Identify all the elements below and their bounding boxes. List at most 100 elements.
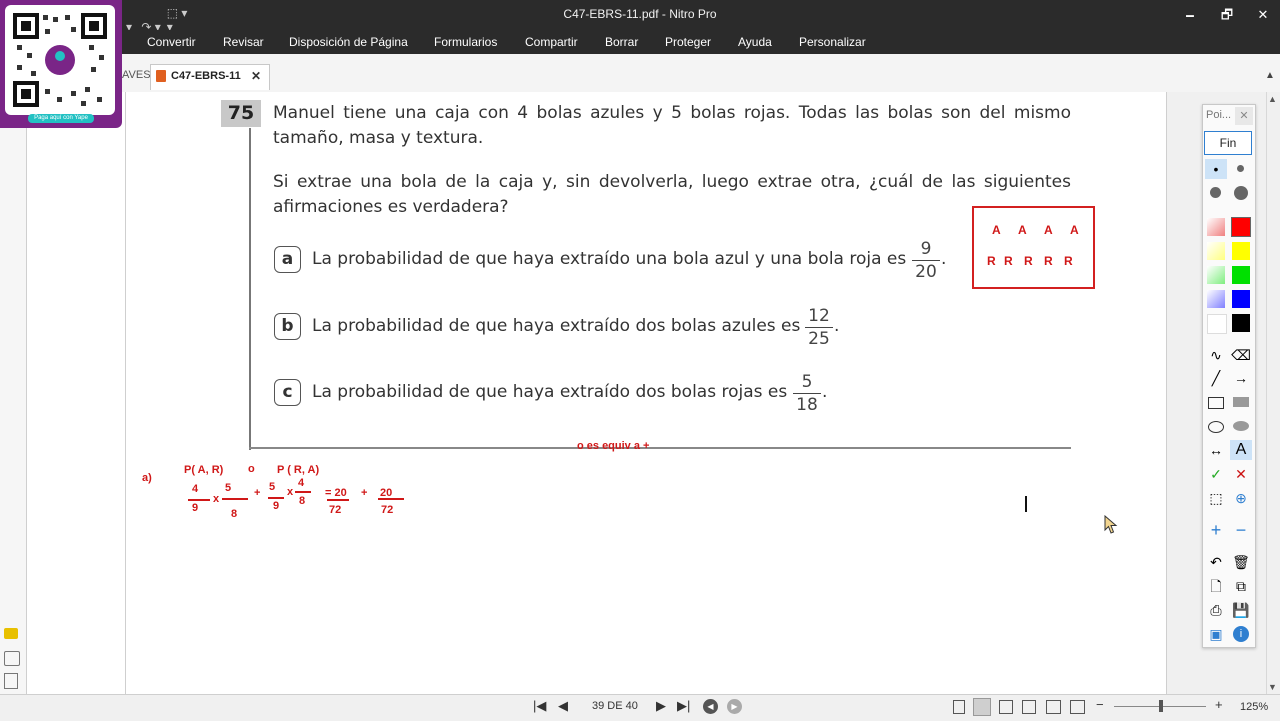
crop-icon[interactable]: ⬚ [1205, 488, 1227, 508]
annotation-box[interactable] [972, 206, 1095, 289]
annotation-p-ra: P ( R, A) [277, 464, 320, 476]
menu-personalizar[interactable]: Personalizar [799, 35, 866, 49]
color-swatch-light-green[interactable] [1207, 266, 1225, 284]
new-page-icon[interactable]: 🗋 [1205, 576, 1227, 596]
zoom-minus-button[interactable]: − [1096, 697, 1104, 712]
pen-size-m-icon[interactable] [1210, 187, 1221, 198]
scroll-up-icon[interactable]: ▲ [1268, 94, 1277, 104]
color-swatch-light-red[interactable] [1207, 218, 1225, 236]
scroll-down-icon[interactable]: ▼ [1268, 682, 1277, 692]
continuous-view-icon[interactable] [973, 698, 991, 716]
forward-view-icon[interactable]: ▶ [727, 699, 742, 714]
ann-f3-bar [268, 497, 284, 499]
screen-icon[interactable]: ▣ [1205, 624, 1227, 644]
pen-size-l-icon[interactable] [1234, 186, 1248, 200]
menu-borrar[interactable]: Borrar [605, 35, 638, 49]
tab-dropdown-icon[interactable]: ▲ [1265, 70, 1275, 81]
ann-f6-bar [378, 498, 404, 500]
question-text-line1: Manuel tiene una caja con 4 bolas azules… [273, 103, 1071, 123]
menu-formularios[interactable]: Formularios [434, 35, 497, 49]
color-swatch-black[interactable] [1232, 314, 1250, 332]
fit-width-icon[interactable] [1046, 700, 1061, 714]
line-icon[interactable]: ╱ [1205, 368, 1227, 388]
pen-size-s-icon[interactable] [1237, 165, 1244, 172]
color-swatch-white[interactable] [1207, 314, 1227, 334]
first-page-icon[interactable]: |◀ [533, 698, 546, 714]
menu-revisar[interactable]: Revisar [223, 35, 264, 49]
color-swatch-green[interactable] [1232, 266, 1250, 284]
menu-ayuda[interactable]: Ayuda [738, 35, 772, 49]
finish-button[interactable]: Fin [1204, 131, 1252, 155]
ann-f2-bar [222, 498, 248, 500]
zoom-level[interactable]: 125% [1240, 701, 1268, 713]
tab-active-document[interactable]: C47-EBRS-11 ✕ [150, 64, 270, 90]
copy-icon[interactable]: ⧉ [1230, 576, 1252, 596]
vertical-scrollbar[interactable] [1266, 92, 1280, 694]
next-page-icon[interactable]: ▶ [656, 698, 666, 714]
zoom-plus-button[interactable]: + [1215, 697, 1223, 712]
double-arrow-icon[interactable]: ↔ [1205, 440, 1227, 460]
zoom-area-icon[interactable]: ⊕ [1230, 488, 1252, 508]
cross-icon[interactable]: ✕ [1230, 464, 1252, 484]
two-page-view-icon[interactable] [999, 700, 1013, 714]
attachments-icon[interactable] [4, 651, 20, 666]
ann-f6-den: 72 [381, 504, 394, 516]
option-a-fraction: 9 20 [912, 239, 940, 282]
ellipse-icon[interactable] [1208, 421, 1224, 433]
color-swatch-yellow[interactable] [1232, 242, 1250, 260]
comments-icon[interactable] [4, 628, 18, 639]
box-r-3: R [1024, 254, 1033, 268]
zoom-in-icon[interactable]: + [1205, 520, 1227, 540]
undo-draw-icon[interactable]: ↶ [1205, 552, 1227, 572]
trash-icon[interactable]: 🗑 [1230, 552, 1252, 572]
pages-icon[interactable] [4, 673, 18, 689]
tool-panel-close-icon[interactable]: ✕ [1235, 107, 1253, 125]
filled-rectangle-icon[interactable] [1233, 397, 1249, 407]
question-bottom-border [249, 447, 1071, 449]
menu-disposicion[interactable]: Disposición de Página [289, 35, 408, 49]
eraser-icon[interactable]: ⌫ [1230, 345, 1252, 365]
left-sidebar [0, 92, 27, 694]
tab-partial[interactable]: AVES [122, 69, 151, 81]
arrow-icon[interactable]: → [1230, 368, 1252, 388]
menu-convertir[interactable]: Convertir [147, 35, 196, 49]
filled-ellipse-icon[interactable] [1233, 421, 1249, 431]
minimize-button[interactable]: 🗕 [1175, 4, 1205, 26]
single-page-view-icon[interactable] [953, 700, 965, 714]
rectangle-icon[interactable] [1208, 397, 1224, 409]
back-view-icon[interactable]: ◀ [703, 699, 718, 714]
close-button[interactable]: ✕ [1248, 4, 1278, 26]
option-a-numerator: 9 [920, 239, 932, 259]
fit-page-icon[interactable] [1070, 700, 1085, 714]
check-icon[interactable]: ✓ [1205, 464, 1227, 484]
ann-f2-num: 5 [225, 482, 232, 494]
ann-x2: x [287, 486, 294, 498]
mouse-pointer-icon [1104, 514, 1118, 540]
pen-size-xs-icon[interactable]: • [1205, 159, 1227, 179]
color-swatch-red[interactable] [1231, 217, 1251, 237]
tab-close-icon[interactable]: ✕ [251, 69, 261, 83]
pdf-file-icon [156, 70, 166, 82]
last-page-icon[interactable]: ▶| [677, 698, 690, 714]
menu-proteger[interactable]: Proteger [665, 35, 711, 49]
zoom-out-icon[interactable]: − [1230, 520, 1252, 540]
menu-compartir[interactable]: Compartir [525, 35, 578, 49]
save-icon[interactable]: 💾 [1230, 600, 1252, 620]
restore-button[interactable]: 🗗 [1212, 4, 1242, 26]
color-swatch-light-yellow[interactable] [1207, 242, 1225, 260]
prev-page-icon[interactable]: ◀ [558, 698, 568, 714]
color-swatch-blue[interactable] [1232, 290, 1250, 308]
freehand-icon[interactable]: ∿ [1205, 345, 1227, 365]
info-icon[interactable]: i [1233, 626, 1249, 642]
option-c-box: c [274, 379, 301, 406]
print-icon[interactable]: ⎙ [1205, 600, 1227, 620]
box-r-4: R [1044, 254, 1053, 268]
text-tool-icon[interactable]: A [1230, 440, 1252, 460]
color-swatch-light-blue[interactable] [1207, 290, 1225, 308]
zoom-slider-thumb[interactable] [1159, 700, 1163, 712]
two-page-continuous-icon[interactable] [1022, 700, 1036, 714]
option-a-text: La probabilidad de que haya extraído una… [312, 249, 907, 269]
option-a-period: . [941, 249, 947, 269]
page-indicator[interactable]: 39 DE 40 [592, 700, 638, 712]
ann-f3-den: 9 [273, 500, 280, 512]
